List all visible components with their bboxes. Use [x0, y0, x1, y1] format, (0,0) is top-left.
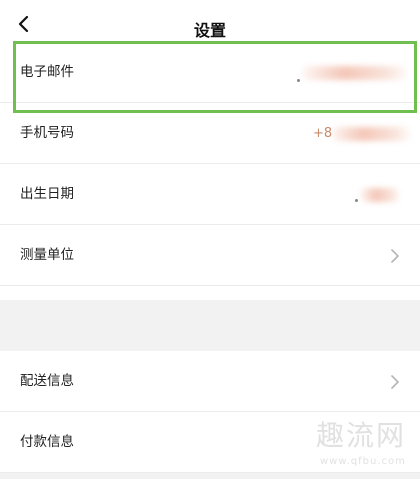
email-value-masked — [302, 66, 408, 80]
email-value-dot — [297, 79, 300, 82]
header: 设置 — [0, 0, 420, 42]
phone-value-prefix: +8 — [313, 126, 333, 141]
page-title: 设置 — [193, 21, 226, 40]
units-label: 测量单位 — [20, 247, 74, 263]
settings-row-phone[interactable]: 手机号码 +8 — [0, 103, 420, 164]
chevron-right-icon — [391, 249, 399, 263]
phone-value-masked — [331, 127, 411, 141]
shipping-label: 配送信息 — [20, 373, 74, 389]
birthday-value-masked — [360, 188, 400, 202]
watermark-url: www.qfbu.com — [320, 456, 406, 467]
settings-row-birthday[interactable]: 出生日期 — [0, 164, 420, 225]
watermark-text: 趣流网 — [316, 419, 407, 452]
email-label: 电子邮件 — [20, 64, 74, 80]
phone-label: 手机号码 — [20, 125, 74, 141]
settings-row-email[interactable]: 电子邮件 — [0, 42, 420, 103]
payment-label: 付款信息 — [20, 434, 74, 450]
settings-row-shipping[interactable]: 配送信息 — [0, 351, 420, 412]
watermark: 趣流网 www.qfbu.com — [316, 418, 416, 474]
settings-group-personal: 电子邮件 手机号码 +8 出生日期 测量单位 — [0, 42, 420, 286]
birthday-label: 出生日期 — [20, 186, 74, 202]
settings-row-units[interactable]: 测量单位 — [0, 225, 420, 286]
chevron-right-icon — [391, 375, 399, 389]
birthday-value-dot — [355, 199, 358, 202]
section-gap — [0, 300, 420, 351]
